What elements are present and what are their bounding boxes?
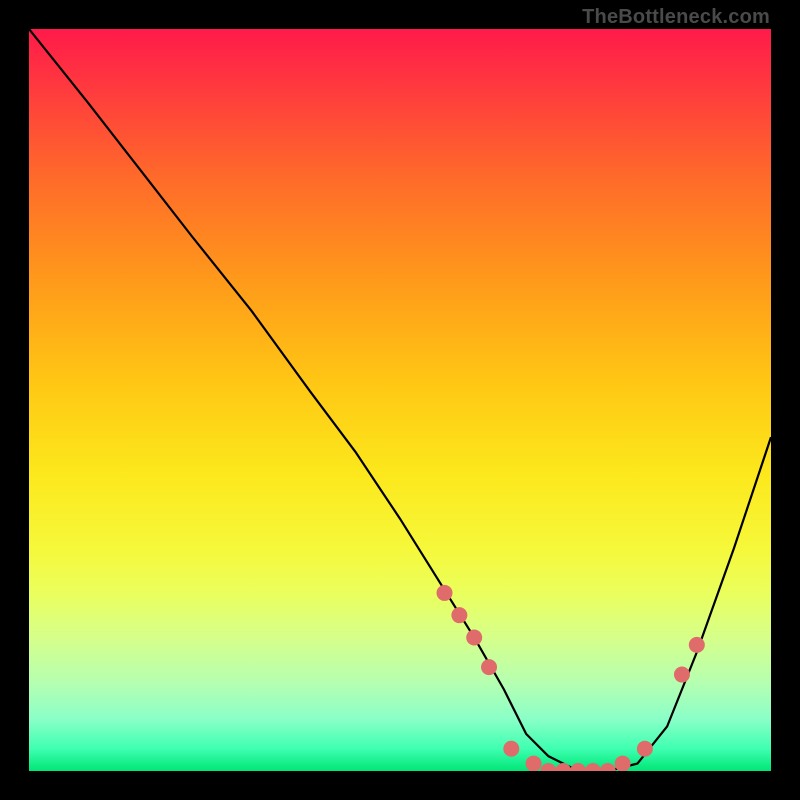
- markers-group: [437, 585, 705, 771]
- curve-group: [29, 29, 771, 771]
- highlight-point: [526, 756, 542, 771]
- highlight-point: [600, 763, 616, 771]
- highlight-point: [555, 763, 571, 771]
- highlight-point: [689, 637, 705, 653]
- highlight-point: [451, 607, 467, 623]
- chart-svg: [29, 29, 771, 771]
- plot-area: [29, 29, 771, 771]
- chart-container: TheBottleneck.com: [0, 0, 800, 800]
- bottleneck-curve-path: [29, 29, 771, 771]
- highlight-point: [674, 667, 690, 683]
- watermark-text: TheBottleneck.com: [582, 6, 770, 29]
- highlight-point: [503, 741, 519, 757]
- highlight-point: [570, 763, 586, 771]
- highlight-point: [637, 741, 653, 757]
- highlight-point: [481, 659, 497, 675]
- highlight-point: [466, 629, 482, 645]
- highlight-point: [437, 585, 453, 601]
- highlight-point: [615, 756, 631, 771]
- highlight-point: [540, 763, 556, 771]
- highlight-point: [585, 763, 601, 771]
